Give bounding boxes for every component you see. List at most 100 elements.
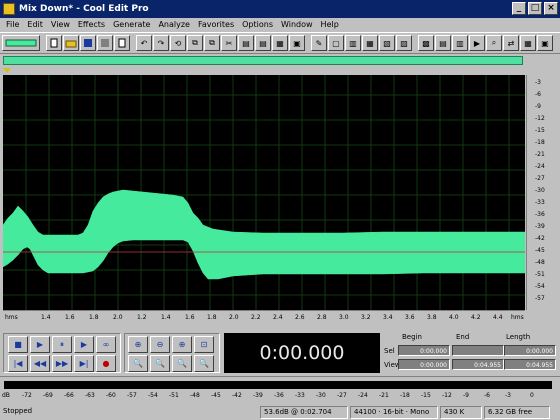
close-button[interactable]: × xyxy=(544,2,558,15)
menu-help[interactable]: Help xyxy=(317,20,343,29)
frequency-icon[interactable]: ▧ xyxy=(379,35,395,51)
play-to-end-button[interactable]: ▶ xyxy=(74,336,94,353)
status-state: Stopped xyxy=(3,406,33,415)
metronome-icon[interactable]: ▤ xyxy=(435,35,451,51)
playhead-marker-icon[interactable] xyxy=(3,68,11,73)
play-button[interactable]: ▶ xyxy=(30,336,50,353)
loop-button[interactable]: ∞ xyxy=(96,336,116,353)
meter-tick: -27 xyxy=(337,392,347,399)
zoom-selection-button[interactable]: ⊡ xyxy=(194,336,214,353)
zoom-left-button[interactable]: 🔍 xyxy=(128,355,148,372)
fast-forward-button[interactable]: ▶▶ xyxy=(52,355,72,372)
copy-new-icon[interactable]: ⧉ xyxy=(204,35,220,51)
maximize-button[interactable]: □ xyxy=(528,2,542,15)
open-folder-icon[interactable] xyxy=(63,35,79,51)
undo-icon[interactable]: ↶ xyxy=(136,35,152,51)
sel-length-field[interactable]: 0:00.000 xyxy=(504,345,556,356)
save-icon[interactable] xyxy=(80,35,96,51)
record-button[interactable]: ● xyxy=(96,355,116,372)
trim-icon[interactable]: ▣ xyxy=(289,35,305,51)
db-tick: -45 xyxy=(535,247,545,254)
menu-generate[interactable]: Generate xyxy=(109,20,154,29)
zoom-in-vertical-button[interactable]: 🔍 xyxy=(172,355,192,372)
menu-file[interactable]: File xyxy=(2,20,23,29)
menu-view[interactable]: View xyxy=(47,20,74,29)
mixer-icon[interactable]: ▦ xyxy=(520,35,536,51)
db-tick: -12 xyxy=(535,115,545,122)
time-tick: 1.2 xyxy=(137,314,147,321)
title-bar: Mix Down* - Cool Edit Pro _ □ × xyxy=(0,0,560,18)
time-tick: 3.2 xyxy=(361,314,371,321)
level-meter: dB -72 -69 -66 -63 -60 -57 -54 -51 -48 -… xyxy=(0,376,560,402)
zoom-in-horizontal-button[interactable]: ⊕ xyxy=(128,336,148,353)
mix-paste-icon[interactable]: ▦ xyxy=(272,35,288,51)
overview-bar[interactable] xyxy=(3,56,523,65)
length-header: Length xyxy=(506,333,531,341)
scrub-icon[interactable]: ⇄ xyxy=(503,35,519,51)
close-file-icon[interactable] xyxy=(114,35,130,51)
meter-tick: -18 xyxy=(400,392,410,399)
menu-window[interactable]: Window xyxy=(277,20,317,29)
cue-list-icon[interactable]: ▥ xyxy=(452,35,468,51)
zoom-out-horizontal-button[interactable]: ⊖ xyxy=(150,336,170,353)
view-begin-field[interactable]: 0:00.000 xyxy=(398,359,450,370)
time-tick: 3.6 xyxy=(405,314,415,321)
status-size: 430 K xyxy=(440,405,482,419)
waveform-display[interactable] xyxy=(2,75,526,310)
time-ruler[interactable]: hms 1.4 1.6 1.8 2.0 1.2 1.4 1.6 1.8 2.0 … xyxy=(3,310,525,323)
status-level: 53.6dB @ 0:02.704 xyxy=(260,405,348,419)
spectral-icon[interactable]: ▦ xyxy=(362,35,378,51)
db-tick: -30 xyxy=(535,187,545,194)
meter-tick: -39 xyxy=(253,392,263,399)
paste-new-icon[interactable]: ▤ xyxy=(255,35,271,51)
zoom-tool-icon[interactable]: ⌕ xyxy=(486,35,502,51)
time-unit-label: hms xyxy=(5,314,18,321)
meter-tick: -36 xyxy=(274,392,284,399)
paste-icon[interactable]: ▤ xyxy=(238,35,254,51)
go-to-start-button[interactable]: |◀ xyxy=(8,355,28,372)
repeat-icon[interactable]: ⟲ xyxy=(170,35,186,51)
time-tick: 2.6 xyxy=(295,314,305,321)
db-tick: -6 xyxy=(535,91,541,98)
db-tick: -36 xyxy=(535,211,545,218)
redo-icon[interactable]: ↷ xyxy=(153,35,169,51)
blank-page-icon[interactable]: ▢ xyxy=(328,35,344,51)
begin-header: Begin xyxy=(402,333,422,341)
save-as-icon[interactable] xyxy=(97,35,113,51)
sel-end-field[interactable] xyxy=(452,345,504,356)
go-to-end-button[interactable]: ▶| xyxy=(74,355,94,372)
time-tick: 4.4 xyxy=(493,314,503,321)
db-tick: -48 xyxy=(535,259,545,266)
cut-icon[interactable]: ✂ xyxy=(221,35,237,51)
meter-tick: -24 xyxy=(358,392,368,399)
app-icon[interactable] xyxy=(3,3,15,15)
rewind-button[interactable]: ◀◀ xyxy=(30,355,50,372)
effect-icon[interactable]: ▥ xyxy=(345,35,361,51)
minimize-button[interactable]: _ xyxy=(512,2,526,15)
analysis-icon[interactable]: ▨ xyxy=(396,35,412,51)
menu-options[interactable]: Options xyxy=(238,20,277,29)
new-file-icon[interactable] xyxy=(46,35,62,51)
menu-analyze[interactable]: Analyze xyxy=(154,20,194,29)
record-settings-icon[interactable]: ▣ xyxy=(537,35,553,51)
menu-edit[interactable]: Edit xyxy=(23,20,47,29)
menu-effects[interactable]: Effects xyxy=(74,20,109,29)
db-tick: -9 xyxy=(535,103,541,110)
stop-button[interactable]: ■ xyxy=(8,336,28,353)
zoom-right-button[interactable]: 🔍 xyxy=(150,355,170,372)
menu-favorites[interactable]: Favorites xyxy=(194,20,238,29)
mode-toggle-button[interactable] xyxy=(2,35,40,51)
waveform-mode-icon xyxy=(5,39,37,47)
db-tick: -18 xyxy=(535,139,545,146)
sel-begin-field[interactable]: 0:00.000 xyxy=(398,345,450,356)
copy-icon[interactable]: ⧉ xyxy=(187,35,203,51)
play-list-icon[interactable]: ▶ xyxy=(469,35,485,51)
meter-tick: -54 xyxy=(148,392,158,399)
view-length-field[interactable]: 0:04.955 xyxy=(504,359,556,370)
zoom-out-vertical-button[interactable]: 🔍 xyxy=(194,355,214,372)
pencil-tool-icon[interactable]: ✎ xyxy=(311,35,327,51)
zoom-full-button[interactable]: ⊕ xyxy=(172,336,192,353)
pause-button[interactable]: ⏸ xyxy=(52,336,72,353)
settings-icon[interactable]: ▩ xyxy=(418,35,434,51)
view-end-field[interactable]: 0:04.955 xyxy=(452,359,504,370)
